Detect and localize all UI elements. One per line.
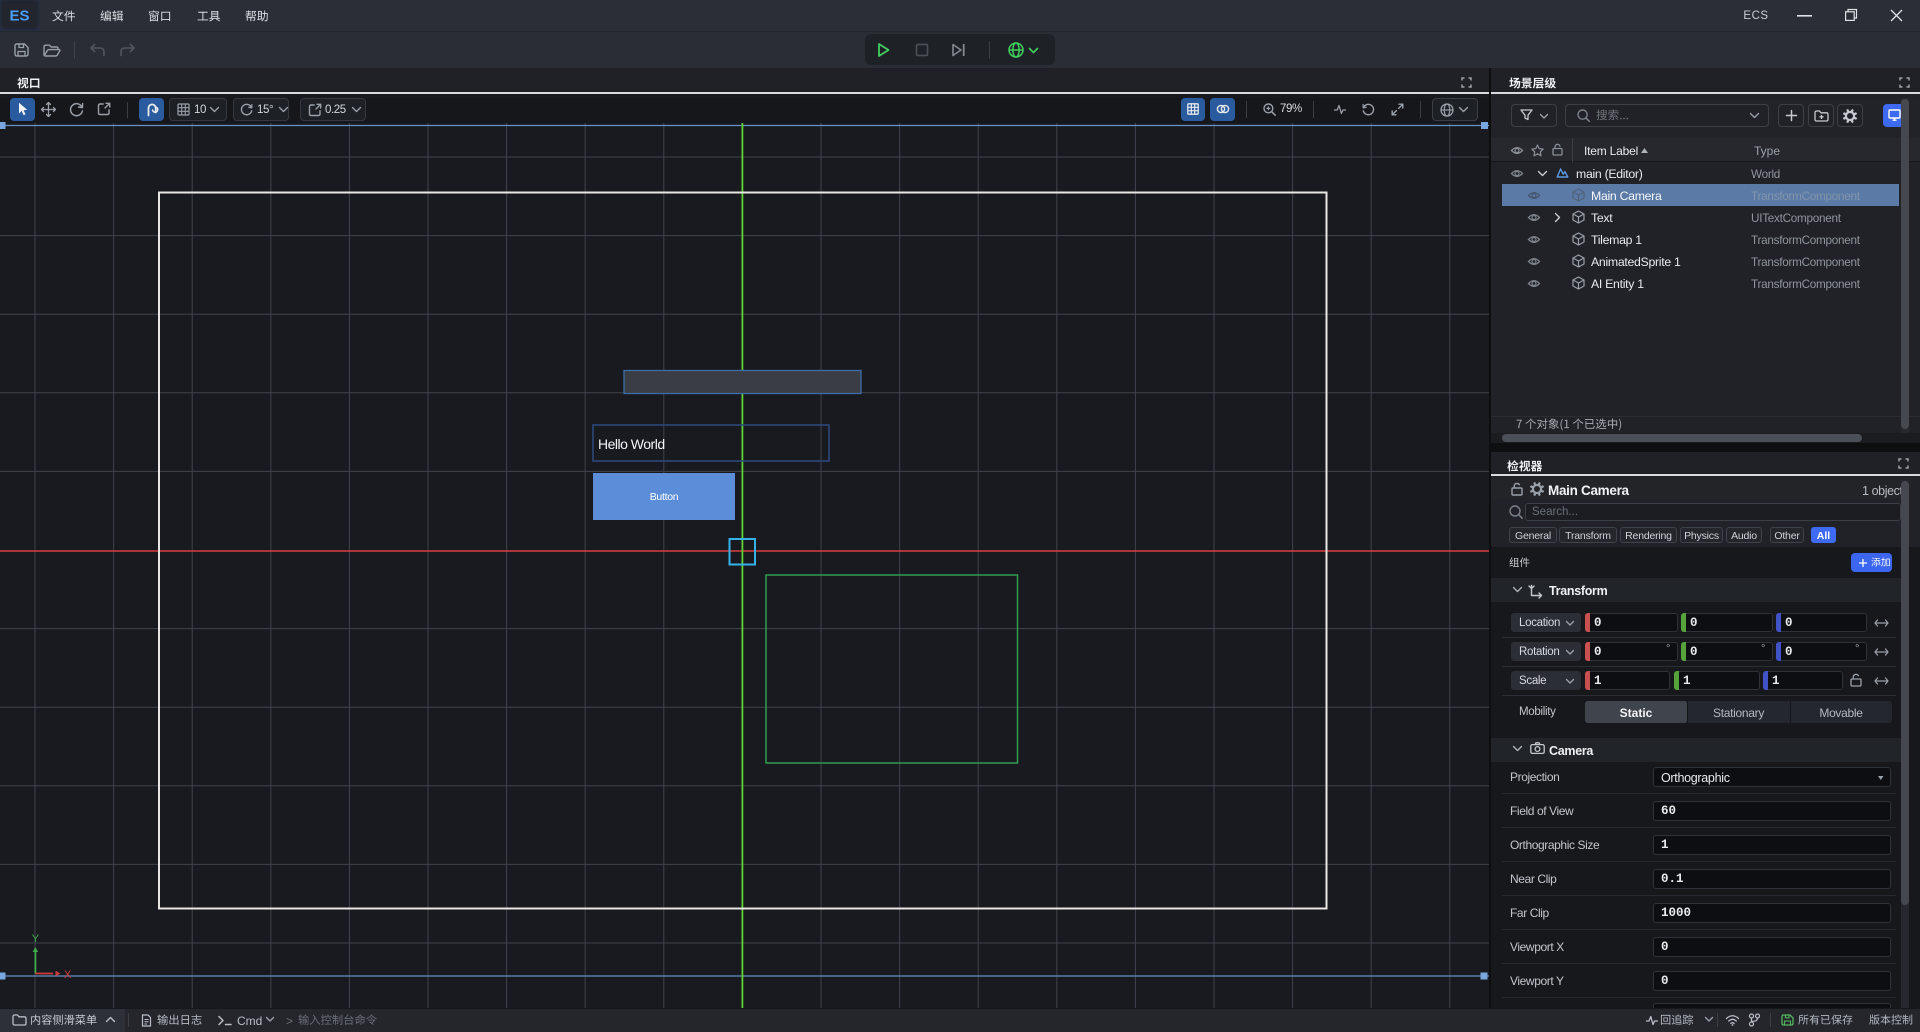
svg-text:Hello World: Hello World (598, 436, 665, 452)
svg-text:Button: Button (650, 491, 679, 503)
svg-text:Y: Y (32, 933, 40, 945)
svg-text:X: X (64, 969, 72, 981)
